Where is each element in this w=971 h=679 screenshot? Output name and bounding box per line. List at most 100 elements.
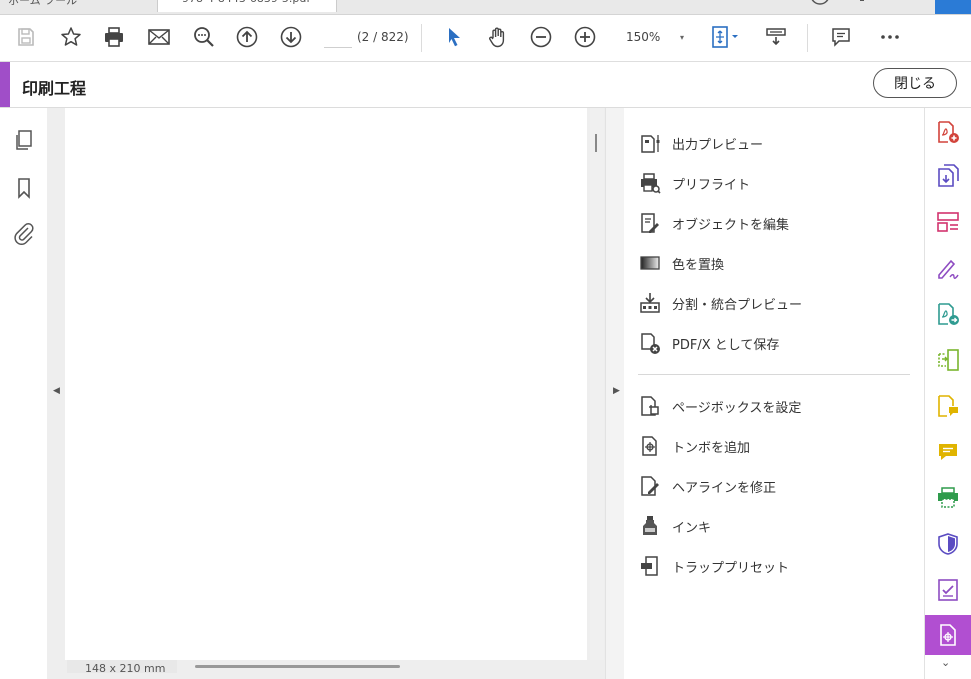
hand-tool-button[interactable] xyxy=(484,23,512,51)
tool-label: オブジェクトを編集 xyxy=(672,217,790,233)
tool-save-pdfx[interactable]: PDF/X として保存 xyxy=(638,328,779,358)
page-thumbnails-icon[interactable] xyxy=(12,128,36,152)
tool-label: PDF/X として保存 xyxy=(672,337,780,353)
tools-pane-collapse[interactable]: ▶ xyxy=(605,108,625,679)
arrow-down-circle-icon xyxy=(280,26,302,48)
more-tools-button[interactable] xyxy=(876,23,904,51)
tab-document[interactable]: 978-4-8443-6839-5.pdf xyxy=(157,0,337,12)
printer-icon xyxy=(105,27,123,47)
toolbar-divider xyxy=(421,24,422,52)
close-button[interactable]: 閉じる xyxy=(873,68,957,98)
main-toolbar: (2 / 822) 150% ▾ xyxy=(0,15,971,62)
save-icon xyxy=(18,28,34,46)
arrow-up-circle-icon xyxy=(236,26,258,48)
tool-replace-color[interactable]: 色を置換 xyxy=(638,248,724,278)
find-button[interactable] xyxy=(190,23,218,51)
page-display-button[interactable] xyxy=(707,23,743,51)
search-icon xyxy=(194,27,214,47)
tool-set-page-box[interactable]: ページボックスを設定 xyxy=(638,391,801,421)
tool-flattener-preview[interactable]: 分割・統合プレビュー xyxy=(638,288,802,318)
export-pdf-icon[interactable] xyxy=(936,164,960,188)
tool-label: ヘアラインを修正 xyxy=(672,480,777,496)
scroll-mode-button[interactable] xyxy=(762,23,790,51)
print-production-tool-active[interactable] xyxy=(925,615,971,655)
trap-presets-icon xyxy=(638,554,662,578)
tool-label: 出力プレビュー xyxy=(672,137,764,153)
add-printer-marks-icon xyxy=(638,434,662,458)
tool-label: インキ xyxy=(672,520,712,536)
hand-icon xyxy=(489,27,505,48)
protect-shield-icon[interactable] xyxy=(936,532,960,556)
fit-page-icon xyxy=(712,26,738,48)
zoom-out-button[interactable] xyxy=(527,23,555,51)
compare-files-icon[interactable] xyxy=(936,348,960,372)
bookmark-icon[interactable] xyxy=(12,176,36,200)
tool-ink[interactable]: インキ xyxy=(638,511,711,541)
page-title: 印刷工程 xyxy=(22,79,87,98)
tool-edit-object[interactable]: オブジェクトを編集 xyxy=(638,208,789,238)
collapse-right-pane-icon[interactable]: ▶ xyxy=(613,386,620,396)
next-page-button[interactable] xyxy=(277,23,305,51)
collapse-left-pane-icon[interactable]: ◀ xyxy=(53,386,60,396)
right-tools-rail: ⌄ xyxy=(924,108,971,679)
page-size-label: 148 x 210 mm xyxy=(67,660,177,673)
tool-label: トンボを追加 xyxy=(672,440,751,456)
scroll-page-icon xyxy=(766,28,786,46)
preflight-icon xyxy=(638,171,662,195)
apps-grid-icon[interactable] xyxy=(893,0,913,8)
star-icon xyxy=(61,27,81,46)
attachment-paperclip-icon[interactable] xyxy=(12,222,36,246)
comment-file-icon[interactable] xyxy=(936,394,960,418)
tool-title-bar: 印刷工程 閉じる xyxy=(0,62,971,108)
output-preview-icon xyxy=(638,131,662,155)
chevron-down-icon[interactable]: ⌄ xyxy=(941,656,950,669)
fix-hairlines-icon xyxy=(638,474,662,498)
print-button[interactable] xyxy=(100,23,128,51)
tab-home-tools[interactable]: ホーム ツール xyxy=(8,0,77,12)
tool-trap-presets[interactable]: トラッププリセット xyxy=(638,551,789,581)
plus-circle-icon xyxy=(574,26,596,48)
fill-sign-icon[interactable] xyxy=(936,256,960,280)
comment-icon[interactable] xyxy=(936,440,960,464)
zoom-value: 150% xyxy=(626,30,661,44)
tool-label: トラッププリセット xyxy=(672,560,790,576)
notification-bell-icon[interactable] xyxy=(852,0,872,8)
tool-add-printer-marks[interactable]: トンボを追加 xyxy=(638,431,750,461)
tool-output-preview[interactable]: 出力プレビュー xyxy=(638,128,763,158)
toolbar-divider xyxy=(807,24,808,52)
tool-accent-bar xyxy=(0,62,10,107)
create-pdf-icon[interactable] xyxy=(936,120,960,144)
select-tool-button[interactable] xyxy=(440,23,468,51)
comment-button[interactable] xyxy=(827,23,855,51)
zoom-in-button[interactable] xyxy=(571,23,599,51)
sign-in-button[interactable] xyxy=(935,0,971,14)
previous-page-button[interactable] xyxy=(233,23,261,51)
tool-fix-hairlines[interactable]: ヘアラインを修正 xyxy=(638,471,776,501)
tool-label: 色を置換 xyxy=(672,257,725,273)
page-number-input[interactable] xyxy=(324,27,352,48)
checklist-icon[interactable] xyxy=(936,578,960,602)
tool-label: 分割・統合プレビュー xyxy=(672,297,803,313)
flattener-preview-icon xyxy=(638,291,662,315)
print-production-icon xyxy=(940,624,956,646)
horizontal-scrollbar-thumb[interactable] xyxy=(195,665,400,668)
left-nav-rail xyxy=(0,108,48,679)
organize-pages-icon[interactable] xyxy=(936,210,960,234)
page-count: (2 / 822) xyxy=(357,30,409,44)
tool-preflight[interactable]: プリフライト xyxy=(638,168,750,198)
scrollbar-thumb[interactable] xyxy=(595,134,597,152)
document-view[interactable]: ◀ 148 x 210 mm xyxy=(47,108,605,679)
ink-icon xyxy=(638,514,662,538)
vertical-scrollbar[interactable] xyxy=(590,108,604,660)
chevron-down-icon: ▾ xyxy=(679,32,684,42)
replace-color-icon xyxy=(638,251,662,275)
email-button[interactable] xyxy=(145,23,173,51)
zoom-select[interactable]: 150% ▾ xyxy=(618,25,688,49)
minus-circle-icon xyxy=(530,26,552,48)
scan-ocr-icon[interactable] xyxy=(936,486,960,510)
save-pdfx-icon xyxy=(638,331,662,355)
help-icon[interactable] xyxy=(810,0,830,8)
bookmark-star-button[interactable] xyxy=(57,23,85,51)
save-button[interactable] xyxy=(12,23,40,51)
send-pdf-icon[interactable] xyxy=(936,302,960,326)
